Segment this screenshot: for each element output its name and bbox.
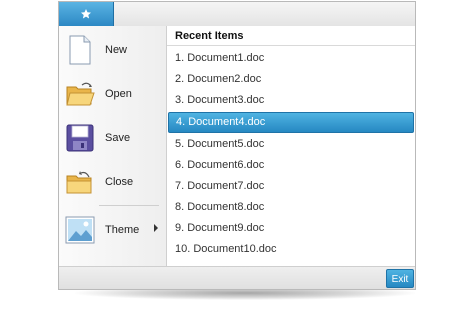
save-command[interactable]: Save bbox=[59, 118, 166, 158]
save-command-label: Save bbox=[105, 132, 131, 144]
application-menu-tab[interactable] bbox=[59, 2, 114, 26]
recent-item-selected[interactable]: 4. Document4.doc bbox=[168, 112, 414, 133]
close-command[interactable]: Close bbox=[59, 162, 166, 202]
application-menu-window: New Open Save Close Theme Recent Items 1… bbox=[58, 1, 416, 290]
recent-item[interactable]: 1. Document1.doc bbox=[168, 48, 414, 69]
recent-items-title: Recent Items bbox=[167, 26, 415, 46]
recent-item[interactable]: 3. Document3.doc bbox=[168, 90, 414, 111]
star-icon bbox=[81, 9, 91, 19]
open-folder-icon bbox=[65, 79, 95, 109]
recent-items-pane: Recent Items 1. Document1.doc 2. Documen… bbox=[167, 26, 415, 266]
recent-item[interactable]: 2. Documen2.doc bbox=[168, 69, 414, 90]
menu-footer: Exit bbox=[59, 266, 415, 289]
exit-button[interactable]: Exit bbox=[386, 269, 414, 288]
recent-item[interactable]: 10. Document10.doc bbox=[168, 239, 414, 260]
theme-separator bbox=[99, 205, 159, 206]
recent-item[interactable]: 6. Document6.doc bbox=[168, 155, 414, 176]
menu-body: New Open Save Close Theme Recent Items 1… bbox=[59, 26, 415, 266]
new-command[interactable]: New bbox=[59, 30, 166, 70]
commands-pane: New Open Save Close Theme bbox=[59, 26, 167, 266]
theme-command-label: Theme bbox=[105, 224, 140, 236]
new-command-label: New bbox=[105, 44, 128, 56]
theme-command[interactable]: Theme bbox=[59, 210, 166, 250]
title-bar bbox=[59, 2, 415, 27]
theme-image-icon bbox=[65, 215, 95, 245]
close-folder-icon bbox=[65, 167, 95, 197]
new-document-icon bbox=[65, 35, 95, 65]
open-command-label: Open bbox=[105, 88, 132, 100]
close-command-label: Close bbox=[105, 176, 134, 188]
save-floppy-icon bbox=[65, 123, 95, 153]
recent-item[interactable]: 8. Document8.doc bbox=[168, 197, 414, 218]
submenu-arrow-icon bbox=[154, 224, 158, 232]
recent-item[interactable]: 7. Document7.doc bbox=[168, 176, 414, 197]
open-command[interactable]: Open bbox=[59, 74, 166, 114]
recent-item[interactable]: 5. Document5.doc bbox=[168, 134, 414, 155]
recent-item[interactable]: 9. Document9.doc bbox=[168, 218, 414, 239]
